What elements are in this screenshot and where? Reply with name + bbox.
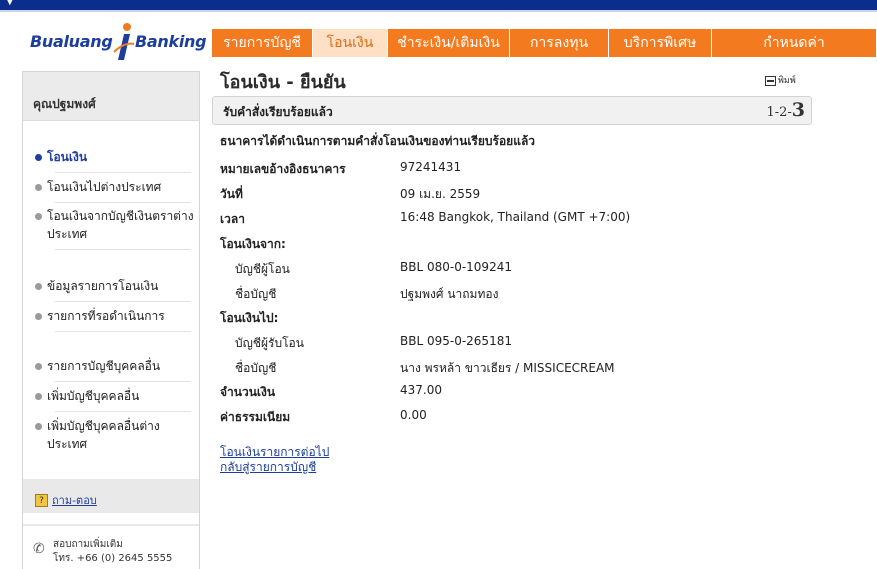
printer-icon — [765, 75, 776, 86]
tab-special-services[interactable]: บริการพิเศษ — [609, 29, 712, 57]
logo-text-bualuang: Bualuang — [30, 32, 113, 51]
sidebar-item-add-international-account[interactable]: เพิ่มบัญชีบุคคลอื่นต่างประเทศ — [35, 417, 195, 453]
sidebar-item-other-accounts[interactable]: รายการบัญชีบุคคลอื่น — [35, 357, 195, 375]
bullet-icon — [35, 313, 42, 320]
to-name-label: ชื่อบัญชี — [235, 361, 277, 375]
bullet-icon — [35, 184, 42, 191]
amount-label: จำนวนเงิน — [220, 385, 276, 399]
sidebar-item-international-transfer[interactable]: โอนเงินไปต่างประเทศ — [35, 178, 195, 196]
from-account-value: BBL 080-0-109241 — [400, 260, 512, 274]
top-banner-bar: ▼ — [0, 0, 877, 12]
divider — [55, 331, 191, 332]
step-indicator-current: 3 — [791, 99, 805, 121]
step-status-text: รับคำสั่งเรียบร้อยแล้ว — [223, 105, 333, 119]
bullet-icon — [35, 363, 42, 370]
tab-transfer[interactable]: โอนเงิน — [313, 29, 388, 57]
step-status-bar: รับคำสั่งเรียบร้อยแล้ว 1-2-3 — [212, 96, 812, 125]
tab-accounts[interactable]: รายการบัญชี — [212, 29, 313, 57]
logo-text-banking: Banking — [135, 32, 207, 51]
date-label: วันที่ — [220, 187, 243, 201]
sidebar-item-label: รายการที่รอดำเนินการ — [47, 309, 165, 323]
user-name: คุณปฐมพงศ์ — [33, 97, 96, 111]
confirmation-message: ธนาคารได้ดำเนินการตามคำสั่งโอนเงินของท่า… — [220, 134, 536, 148]
page-title: โอนเงิน - ยืนยัน — [220, 72, 346, 93]
step-indicator: 1-2-3 — [766, 99, 805, 121]
qa-link[interactable]: ? ถาม-ตอบ — [35, 491, 97, 509]
sidebar-item-label: เพิ่มบัญชีบุคคลอื่นต่างประเทศ — [47, 419, 160, 451]
from-name-label: ชื่อบัญชี — [235, 287, 277, 301]
sidebar-item-transfer-history[interactable]: ข้อมูลรายการโอนเงิน — [35, 277, 195, 295]
fee-value: 0.00 — [400, 408, 427, 422]
time-value: 16:48 Bangkok, Thailand (GMT +7:00) — [400, 210, 631, 224]
print-label: พิมพ์ — [778, 76, 796, 86]
divider — [55, 301, 191, 302]
sidebar-item-label: รายการบัญชีบุคคลอื่น — [47, 359, 161, 373]
sidebar-item-label: โอนเงินไปต่างประเทศ — [47, 180, 162, 194]
bullet-icon — [35, 283, 42, 290]
ref-number-value: 97241431 — [400, 160, 462, 174]
bullet-icon — [35, 393, 42, 400]
from-account-label: บัญชีผู้โอน — [235, 262, 290, 276]
divider — [55, 172, 191, 173]
contact-info: ✆ สอบถามเพิ่มเติม โทร. +66 (0) 2645 5555 — [33, 538, 172, 566]
to-name-value: นาง พรหล้า ขาวเธียร / MISSICECREAM — [400, 361, 615, 375]
next-transfer-link[interactable]: โอนเงินรายการต่อไป — [220, 445, 329, 460]
sidebar-item-label: เพิ่มบัญชีบุคคลอื่น — [47, 389, 140, 403]
sidebar: คุณปฐมพงศ์ โอนเงิน โอนเงินไปต่างประเทศ โ… — [22, 71, 200, 569]
contact-line-1: สอบถามเพิ่มเติม — [53, 539, 123, 550]
contact-line-2: โทร. +66 (0) 2645 5555 — [53, 553, 173, 564]
ref-number-label: หมายเลขอ้างอิงธนาคาร — [220, 162, 346, 176]
from-name-value: ปฐมพงศ์ นาถมทอง — [400, 287, 499, 301]
sidebar-item-label: โอนเงินจากบัญชีเงินตราต่างประเทศ — [47, 209, 194, 241]
back-to-accounts-link[interactable]: กลับสู่รายการบัญชี — [220, 460, 329, 475]
to-account-label: บัญชีผู้รับโอน — [235, 336, 304, 350]
divider — [55, 249, 191, 250]
tab-investment[interactable]: การลงทุน — [510, 29, 609, 57]
logo-i-mark-icon — [113, 23, 135, 60]
sidebar-separator — [23, 524, 199, 526]
sidebar-item-fcd-transfer[interactable]: โอนเงินจากบัญชีเงินตราต่างประเทศ — [35, 207, 195, 243]
sidebar-item-add-other-account[interactable]: เพิ่มบัญชีบุคคลอื่น — [35, 387, 195, 405]
sidebar-item-pending-transactions[interactable]: รายการที่รอดำเนินการ — [35, 307, 195, 325]
sidebar-item-label: ข้อมูลรายการโอนเงิน — [47, 279, 159, 293]
divider — [55, 411, 191, 412]
to-heading: โอนเงินไป: — [220, 311, 279, 325]
bullet-icon — [35, 213, 42, 220]
menu-arrow-icon: ▼ — [6, 0, 14, 7]
bualuang-ibanking-logo[interactable]: Bualuang Banking — [30, 22, 207, 62]
phone-icon: ✆ — [33, 541, 45, 557]
bullet-active-icon — [35, 154, 42, 161]
sidebar-user-header: คุณปฐมพงศ์ — [23, 72, 199, 121]
tab-payment-topup[interactable]: ชำระเงิน/เติมเงิน — [388, 29, 510, 57]
action-links: โอนเงินรายการต่อไป กลับสู่รายการบัญชี — [220, 445, 329, 475]
amount-value: 437.00 — [400, 383, 442, 397]
question-icon: ? — [35, 493, 48, 507]
qa-link-text[interactable]: ถาม-ตอบ — [52, 494, 97, 507]
time-label: เวลา — [220, 212, 245, 226]
sidebar-item-label: โอนเงิน — [47, 150, 88, 164]
divider — [55, 202, 191, 203]
main-navigation: รายการบัญชี โอนเงิน ชำระเงิน/เติมเงิน กา… — [212, 29, 877, 57]
tab-settings[interactable]: กำหนดค่า — [712, 29, 877, 57]
from-heading: โอนเงินจาก: — [220, 237, 286, 251]
fee-label: ค่าธรรมเนียม — [220, 410, 291, 424]
to-account-value: BBL 095-0-265181 — [400, 334, 512, 348]
divider — [55, 381, 191, 382]
sidebar-item-transfer[interactable]: โอนเงิน — [35, 148, 195, 166]
date-value: 09 เม.ย. 2559 — [400, 187, 481, 201]
step-indicator-prefix: 1-2- — [766, 105, 792, 120]
print-button[interactable]: พิมพ์ — [765, 73, 796, 87]
bullet-icon — [35, 423, 42, 430]
